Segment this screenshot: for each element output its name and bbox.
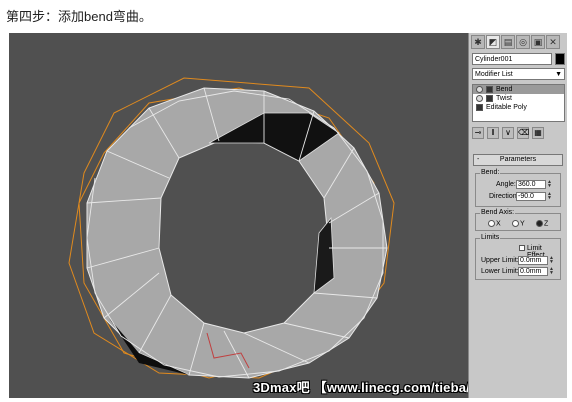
perspective-viewport[interactable]: 3Dmax吧 【www.linecg.com/tieba/1771】	[9, 33, 513, 398]
stack-item-label: Bend	[496, 86, 513, 93]
axis-y-radio[interactable]: Y	[512, 220, 525, 227]
object-color-swatch[interactable]	[555, 53, 565, 65]
collapse-icon: -	[477, 156, 480, 163]
motion-icon[interactable]: ◎	[516, 35, 530, 49]
lower-limit-input[interactable]: 0.0mm	[518, 267, 548, 276]
display-icon[interactable]: ▣	[531, 35, 545, 49]
stack-item-bend[interactable]: Bend	[473, 85, 564, 94]
limit-effect-checkbox[interactable]	[519, 245, 525, 251]
lightbulb-icon[interactable]	[476, 86, 483, 93]
max-screenshot: 3Dmax吧 【www.linecg.com/tieba/1771】 ✱ ◩ ▤…	[9, 33, 567, 398]
bend-axis-title: Bend Axis:	[480, 209, 516, 216]
modifier-list-label: Modifier List	[475, 71, 513, 78]
show-end-result-icon[interactable]: ‖	[487, 127, 499, 139]
remove-modifier-icon[interactable]: ⌫	[517, 127, 529, 139]
make-unique-icon[interactable]: ∨	[502, 127, 514, 139]
angle-input[interactable]: 360.0	[516, 180, 546, 189]
axis-x-radio[interactable]: X	[488, 220, 501, 227]
utilities-icon[interactable]: ✕	[546, 35, 560, 49]
lower-limit-label: Lower Limit:	[481, 268, 519, 275]
bend-axis-group: Bend Axis: X Y Z	[475, 209, 561, 231]
expand-icon[interactable]	[486, 86, 493, 93]
upper-limit-spinner[interactable]: ▲ ▼	[549, 256, 554, 265]
parameters-title: Parameters	[499, 156, 537, 163]
radio-icon	[536, 220, 543, 227]
axis-z-label: Z	[544, 220, 549, 228]
direction-label: Direction:	[489, 193, 519, 200]
limits-title: Limits	[480, 234, 501, 241]
direction-spinner[interactable]: ▲ ▼	[547, 192, 552, 201]
axis-x-label: X	[496, 220, 501, 228]
stack-tools: ⊸ ‖ ∨ ⌫ ▦	[472, 127, 565, 139]
radio-icon	[512, 220, 519, 227]
lightbulb-icon[interactable]	[476, 95, 483, 102]
configure-sets-icon[interactable]: ▦	[532, 127, 544, 139]
command-panel: ✱ ◩ ▤ ◎ ▣ ✕ Cylinder001 Modifier List ▼ …	[468, 33, 567, 398]
axis-z-radio[interactable]: Z	[536, 220, 548, 227]
upper-limit-label: Upper Limit:	[481, 257, 519, 264]
radio-icon	[488, 220, 495, 227]
modifier-list-dropdown[interactable]: Modifier List ▼	[472, 68, 565, 80]
chevron-down-icon: ▼	[555, 71, 562, 78]
stack-item-editable-poly[interactable]: Editable Poly	[473, 103, 564, 112]
limits-group: Limits Limit Effect Upper Limit: 0.0mm ▲…	[475, 234, 561, 280]
bend-group-title: Bend:	[480, 169, 501, 176]
hierarchy-icon[interactable]: ▤	[501, 35, 515, 49]
angle-spinner[interactable]: ▲ ▼	[547, 180, 552, 189]
bend-group: Bend: Angle: 360.0 ▲ ▼ Direction: -90.0 ▲…	[475, 169, 561, 207]
modify-icon[interactable]: ◩	[486, 35, 500, 49]
modifier-stack: Bend Twist Editable Poly	[472, 84, 565, 122]
stack-item-twist[interactable]: Twist	[473, 94, 564, 103]
lower-limit-spinner[interactable]: ▲ ▼	[549, 267, 554, 276]
pin-stack-icon[interactable]: ⊸	[472, 127, 484, 139]
direction-input[interactable]: -90.0	[516, 192, 546, 201]
upper-limit-input[interactable]: 0.0mm	[518, 256, 548, 265]
torus-mesh	[68, 77, 395, 379]
axis-y-label: Y	[520, 220, 525, 228]
object-name-field[interactable]: Cylinder001	[472, 53, 552, 65]
angle-label: Angle:	[496, 181, 516, 188]
page-caption: 第四步：添加bend弯曲。	[6, 9, 152, 24]
create-icon[interactable]: ✱	[471, 35, 485, 49]
stack-item-label: Twist	[496, 95, 512, 102]
stack-item-label: Editable Poly	[486, 104, 527, 111]
command-tabs: ✱ ◩ ▤ ◎ ▣ ✕	[471, 35, 566, 49]
expand-icon[interactable]	[486, 95, 493, 102]
parameters-rollout-header[interactable]: - Parameters	[473, 154, 563, 166]
expand-icon[interactable]	[476, 104, 483, 111]
